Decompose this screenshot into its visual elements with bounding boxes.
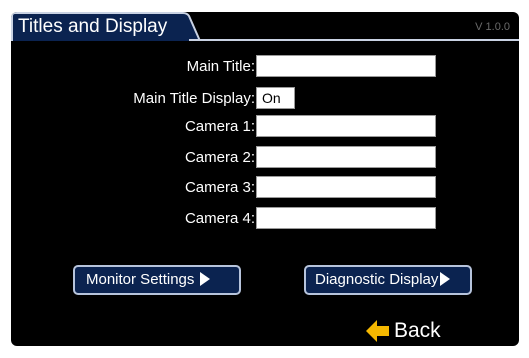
- page-title: Titles and Display: [18, 16, 168, 37]
- camera-2-row: Camera 2:: [11, 146, 519, 170]
- camera-4-label: Camera 4:: [184, 210, 255, 227]
- main-title-row: Main Title:: [11, 55, 519, 79]
- camera-4-row: Camera 4:: [11, 207, 519, 231]
- camera-1-label: Camera 1:: [184, 118, 255, 135]
- monitor-settings-label: Monitor Settings: [86, 271, 195, 288]
- main-title-label: Main Title:: [186, 58, 255, 75]
- title-divider: [189, 39, 519, 41]
- camera-1-row: Camera 1:: [11, 115, 519, 139]
- monitor-settings-button[interactable]: Monitor Settings: [73, 265, 241, 295]
- back-arrow-icon: [366, 320, 389, 342]
- play-arrow-icon: [440, 272, 451, 286]
- version-label: V 1.0.0: [475, 21, 510, 33]
- play-arrow-icon: [200, 272, 211, 286]
- titles-and-display-screen: Titles and Display V 1.0.0 Main Title: M…: [11, 12, 519, 346]
- camera-3-label: Camera 3:: [184, 179, 255, 196]
- main-title-input[interactable]: [256, 55, 436, 77]
- main-title-display-label: Main Title Display:: [133, 90, 255, 107]
- camera-1-input[interactable]: [256, 115, 436, 137]
- main-title-display-toggle[interactable]: On: [256, 87, 295, 109]
- camera-3-row: Camera 3:: [11, 176, 519, 200]
- diagnostic-display-button[interactable]: Diagnostic Display: [304, 265, 472, 295]
- camera-3-input[interactable]: [256, 176, 436, 198]
- camera-2-input[interactable]: [256, 146, 436, 168]
- main-title-display-row: Main Title Display: On: [11, 87, 519, 111]
- camera-4-input[interactable]: [256, 207, 436, 229]
- diagnostic-display-label: Diagnostic Display: [315, 271, 439, 288]
- camera-2-label: Camera 2:: [184, 149, 255, 166]
- back-label: Back: [394, 319, 441, 342]
- title-tab: Titles and Display: [11, 12, 201, 41]
- back-button[interactable]: Back: [366, 318, 441, 346]
